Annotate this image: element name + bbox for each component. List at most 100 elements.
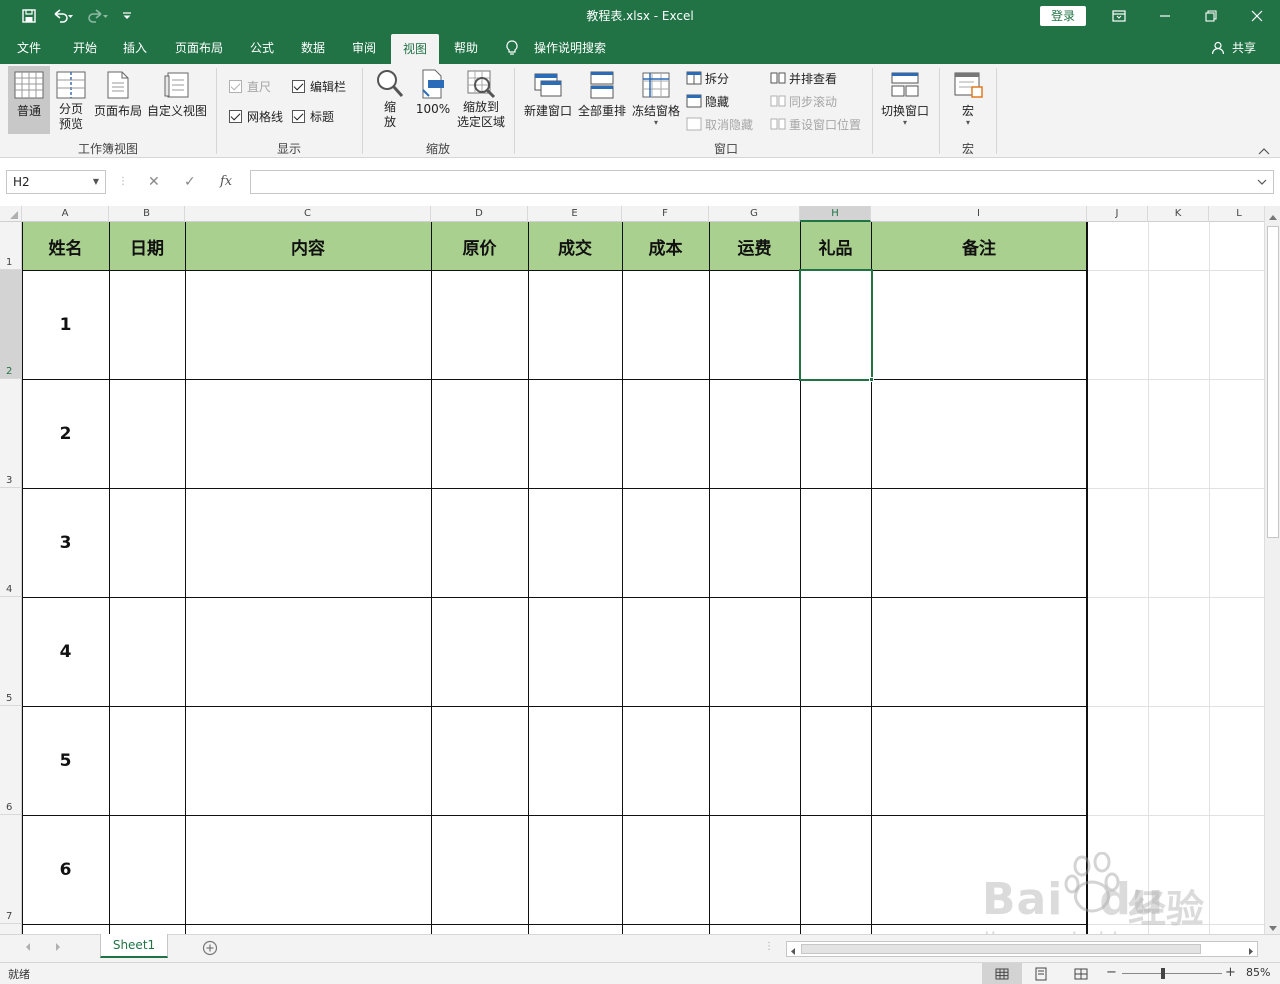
- tab-formulas[interactable]: 公式: [242, 32, 282, 64]
- page-layout-status-icon[interactable]: [1034, 967, 1048, 984]
- collapse-ribbon-icon[interactable]: [1258, 144, 1274, 156]
- headings-checkbox[interactable]: 标题: [292, 106, 334, 126]
- column-header-k[interactable]: K: [1148, 206, 1209, 222]
- scroll-up-icon[interactable]: [1268, 210, 1278, 224]
- arrange-all-button[interactable]: 全部重排: [576, 66, 628, 134]
- enter-icon[interactable]: ✓: [184, 170, 196, 194]
- tab-review[interactable]: 审阅: [344, 32, 384, 64]
- scroll-sheets-left-icon[interactable]: [24, 941, 32, 955]
- formula-input[interactable]: [250, 170, 1274, 194]
- tab-view[interactable]: 视图: [391, 34, 439, 64]
- cell-a5[interactable]: 4: [22, 597, 109, 706]
- header-cell-date[interactable]: 日期: [109, 222, 185, 270]
- login-button[interactable]: 登录: [1040, 6, 1086, 26]
- vertical-scroll-thumb[interactable]: [1267, 226, 1279, 538]
- column-header-a[interactable]: A: [22, 206, 109, 222]
- zoom-slider[interactable]: [1122, 973, 1222, 974]
- row-header-3[interactable]: 3: [0, 379, 22, 488]
- cell-a6[interactable]: 5: [22, 706, 109, 815]
- column-header-i[interactable]: I: [871, 206, 1087, 222]
- header-cell-gift[interactable]: 礼品: [800, 222, 871, 270]
- zoom-level[interactable]: 85%: [1246, 966, 1270, 979]
- column-header-c[interactable]: C: [185, 206, 431, 222]
- normal-view-status-button[interactable]: [982, 963, 1022, 984]
- split-button[interactable]: 拆分: [686, 68, 729, 88]
- close-icon[interactable]: [1234, 0, 1280, 32]
- hide-button[interactable]: 隐藏: [686, 91, 729, 111]
- synchronous-scrolling-button[interactable]: 同步滚动: [770, 91, 837, 111]
- worksheet-grid[interactable]: A B C D E F G H I J K L 1 2 3 4 5 6 7 姓名…: [0, 206, 1264, 934]
- row-header-1[interactable]: 1: [0, 222, 22, 270]
- column-header-h[interactable]: H: [800, 206, 871, 222]
- macros-button[interactable]: 宏 ▾: [946, 66, 990, 140]
- cell-a4[interactable]: 3: [22, 488, 109, 597]
- header-cell-name[interactable]: 姓名: [22, 222, 109, 270]
- zoom-out-icon[interactable]: −: [1106, 965, 1117, 980]
- column-header-l[interactable]: L: [1209, 206, 1264, 222]
- formula-bar-checkbox[interactable]: 编辑栏: [292, 76, 346, 96]
- column-header-f[interactable]: F: [622, 206, 709, 222]
- new-window-button[interactable]: 新建窗口: [522, 66, 574, 134]
- scroll-sheets-right-icon[interactable]: [54, 941, 62, 955]
- tab-data[interactable]: 数据: [292, 32, 334, 64]
- header-cell-notes[interactable]: 备注: [871, 222, 1087, 270]
- row-header-5[interactable]: 5: [0, 597, 22, 706]
- switch-windows-button[interactable]: 切换窗口 ▾: [878, 66, 932, 140]
- freeze-panes-button[interactable]: 冻结窗格 ▾: [630, 66, 682, 140]
- zoom-slider-thumb[interactable]: [1161, 968, 1165, 979]
- column-header-b[interactable]: B: [109, 206, 185, 222]
- cell-a7[interactable]: 6: [22, 815, 109, 924]
- cancel-icon[interactable]: ✕: [148, 170, 160, 194]
- column-header-d[interactable]: D: [431, 206, 528, 222]
- share-button[interactable]: 共享: [1228, 32, 1260, 64]
- cell-a3[interactable]: 2: [22, 379, 109, 488]
- zoom-to-selection-button[interactable]: 缩放到 选定区域: [454, 66, 508, 136]
- sheet-tab-sheet1[interactable]: Sheet1: [100, 934, 168, 958]
- selected-cell-h2[interactable]: [799, 269, 873, 381]
- scroll-right-icon[interactable]: [1247, 945, 1255, 959]
- row-header-6[interactable]: 6: [0, 706, 22, 815]
- normal-view-button[interactable]: 普通: [8, 66, 50, 134]
- zoom-in-icon[interactable]: +: [1225, 965, 1236, 980]
- select-all-corner[interactable]: [0, 206, 22, 222]
- tab-help[interactable]: 帮助: [446, 32, 486, 64]
- custom-views-button[interactable]: 自定义视图: [146, 66, 208, 134]
- zoom-100-button[interactable]: 100%: [414, 66, 452, 136]
- column-header-e[interactable]: E: [528, 206, 622, 222]
- view-side-by-side-button[interactable]: 并排查看: [770, 68, 837, 88]
- horizontal-scrollbar[interactable]: [786, 941, 1258, 957]
- vertical-scrollbar[interactable]: [1264, 206, 1280, 934]
- zoom-button[interactable]: 缩放: [370, 66, 410, 136]
- minimize-icon[interactable]: [1142, 0, 1188, 32]
- header-cell-original-price[interactable]: 原价: [431, 222, 528, 270]
- column-header-g[interactable]: G: [709, 206, 800, 222]
- expand-formula-bar-icon[interactable]: [1257, 175, 1267, 189]
- scroll-left-icon[interactable]: [789, 945, 797, 959]
- restore-icon[interactable]: [1188, 0, 1234, 32]
- page-layout-view-button[interactable]: 页面布局: [92, 66, 144, 134]
- header-cell-deal[interactable]: 成交: [528, 222, 622, 270]
- tab-insert[interactable]: 插入: [114, 32, 156, 64]
- header-cell-content[interactable]: 内容: [185, 222, 431, 270]
- header-cell-shipping[interactable]: 运费: [709, 222, 800, 270]
- ribbon-display-options-icon[interactable]: [1096, 0, 1142, 32]
- fill-handle[interactable]: [869, 377, 874, 382]
- tab-home[interactable]: 开始: [62, 32, 108, 64]
- new-sheet-icon[interactable]: [202, 940, 218, 959]
- gridlines-checkbox[interactable]: 网格线: [229, 106, 283, 126]
- chevron-down-icon[interactable]: ▼: [93, 171, 99, 193]
- reset-window-position-button[interactable]: 重设窗口位置: [770, 114, 861, 134]
- unhide-button[interactable]: 取消隐藏: [686, 114, 753, 134]
- row-header-4[interactable]: 4: [0, 488, 22, 597]
- insert-function-button[interactable]: fx: [220, 170, 232, 194]
- tab-page-layout[interactable]: 页面布局: [168, 32, 230, 64]
- tab-file[interactable]: 文件: [8, 32, 50, 64]
- row-header-7[interactable]: 7: [0, 815, 22, 924]
- cell-a2[interactable]: 1: [22, 270, 109, 379]
- ruler-checkbox[interactable]: 直尺: [229, 76, 271, 96]
- page-break-preview-button[interactable]: 分页 预览: [52, 66, 90, 134]
- header-cell-cost[interactable]: 成本: [622, 222, 709, 270]
- row-header-2[interactable]: 2: [0, 270, 22, 379]
- name-box[interactable]: H2 ▼: [6, 170, 106, 194]
- page-break-status-icon[interactable]: [1074, 967, 1088, 984]
